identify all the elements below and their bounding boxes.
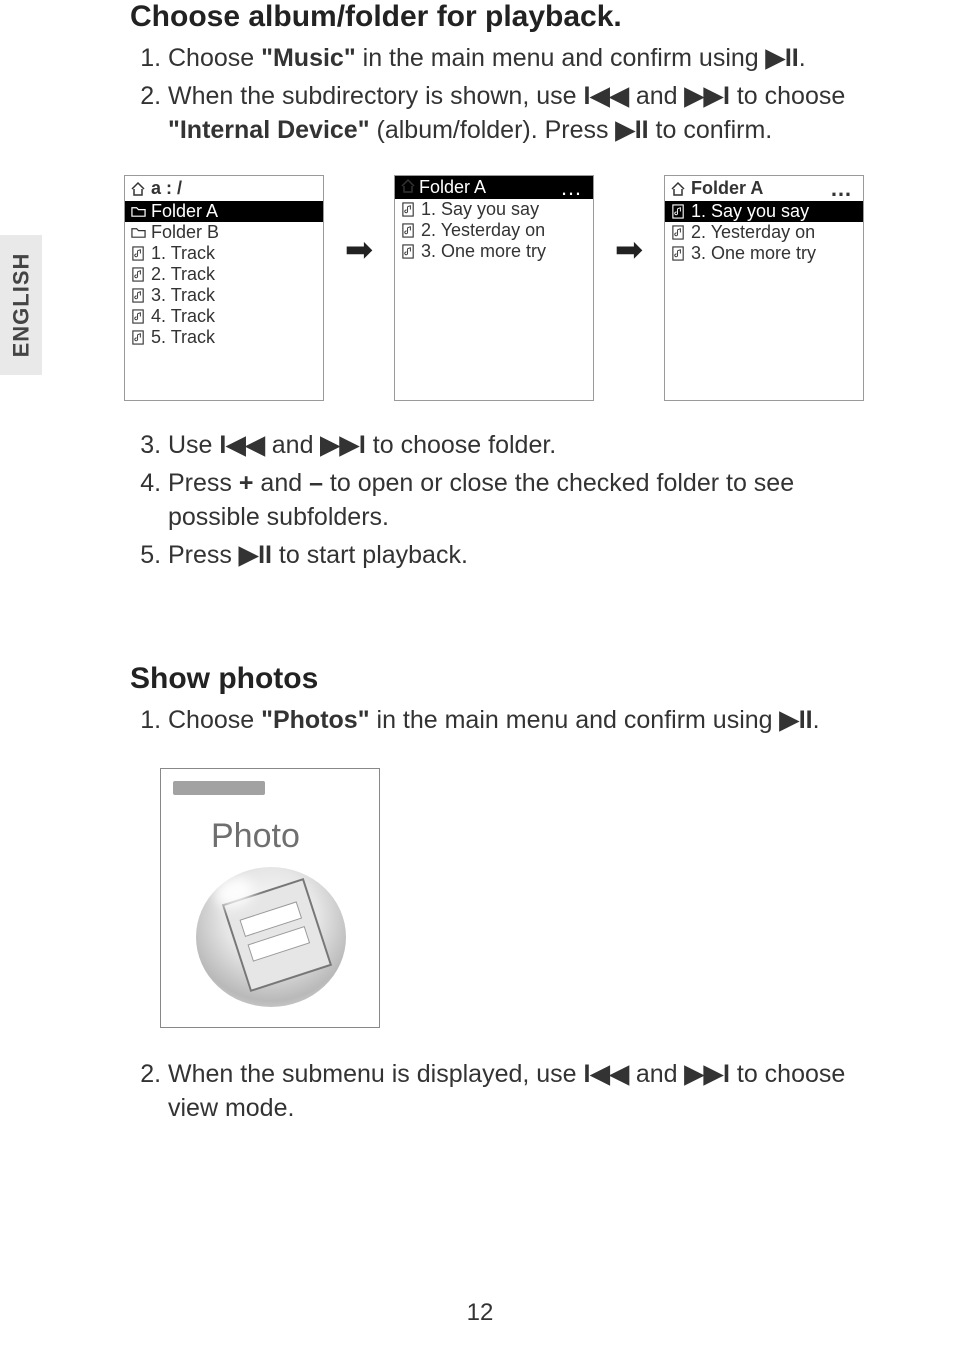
list-item: Choose "Music" in the main menu and conf… xyxy=(168,42,890,76)
page-number: 12 xyxy=(0,1299,960,1327)
step-list-2: Choose "Photos" in the main menu and con… xyxy=(130,704,890,738)
screen-row: 2. Yesterday on xyxy=(665,222,863,243)
screen-row: 1. Track xyxy=(125,243,323,264)
row-label: 1. Track xyxy=(151,243,215,264)
arrow-icon: ➡ xyxy=(324,175,394,270)
file-icon xyxy=(129,267,147,282)
screenshot-row: a : / Folder AFolder B1. Track2. Track3.… xyxy=(124,175,890,401)
language-label: ENGLISH xyxy=(8,253,34,358)
screen-row: 3. One more try xyxy=(395,241,593,262)
screen-row: 3. One more try xyxy=(665,243,863,264)
screen-row: 2. Yesterday on xyxy=(395,220,593,241)
row-label: 5. Track xyxy=(151,327,215,348)
row-label: 1. Say you say xyxy=(421,199,539,220)
row-label: 2. Yesterday on xyxy=(691,222,815,243)
folder-icon xyxy=(129,225,147,240)
row-label: 2. Yesterday on xyxy=(421,220,545,241)
file-icon xyxy=(129,309,147,324)
file-icon xyxy=(399,244,417,259)
row-label: 3. Track xyxy=(151,285,215,306)
row-label: Folder B xyxy=(151,222,219,243)
file-icon xyxy=(399,223,417,238)
file-icon xyxy=(399,202,417,217)
step-list-1b: Use I◀◀ and ▶▶I to choose folder. Press … xyxy=(130,429,890,572)
screen-rows: Folder AFolder B1. Track2. Track3. Track… xyxy=(125,201,323,348)
step-list-2b: When the submenu is displayed, use I◀◀ a… xyxy=(130,1058,890,1126)
device-screen-3: Folder A … 1. Say you say2. Yesterday on… xyxy=(664,175,864,401)
list-item: Press ▶II to start playback. xyxy=(168,539,890,573)
section-heading: Choose album/folder for playback. xyxy=(130,0,890,34)
arrow-icon: ➡ xyxy=(594,175,664,270)
step-list-1: Choose "Music" in the main menu and conf… xyxy=(130,42,890,147)
row-label: 4. Track xyxy=(151,306,215,327)
ellipsis-icon: … xyxy=(560,184,589,192)
ellipsis-icon: … xyxy=(830,185,859,193)
file-icon xyxy=(129,330,147,345)
photo-icon xyxy=(196,859,346,1009)
file-icon xyxy=(129,246,147,261)
screen-rows: 1. Say you say2. Yesterday on3. One more… xyxy=(665,201,863,264)
screen-row: Folder B xyxy=(125,222,323,243)
list-item: When the submenu is displayed, use I◀◀ a… xyxy=(168,1058,890,1126)
screen-row: Folder A xyxy=(125,201,323,222)
file-icon xyxy=(669,204,687,219)
file-icon xyxy=(669,225,687,240)
file-icon xyxy=(129,288,147,303)
row-label: 3. One more try xyxy=(691,243,816,264)
screen-row: 5. Track xyxy=(125,327,323,348)
screen-header: a : / xyxy=(125,176,323,201)
list-item: Press + and – to open or close the check… xyxy=(168,467,890,535)
list-item: Choose "Photos" in the main menu and con… xyxy=(168,704,890,738)
home-icon xyxy=(129,181,147,197)
screen-row: 1. Say you say xyxy=(665,201,863,222)
row-label: 2. Track xyxy=(151,264,215,285)
screen-header: Folder A … xyxy=(665,176,863,201)
screen-row: 4. Track xyxy=(125,306,323,327)
screen-header: Folder A … xyxy=(395,176,593,199)
row-label: 1. Say you say xyxy=(691,201,809,222)
home-icon xyxy=(399,178,417,194)
home-icon xyxy=(669,181,687,197)
manual-page: ENGLISH Choose album/folder for playback… xyxy=(0,0,960,1345)
list-item: Use I◀◀ and ▶▶I to choose folder. xyxy=(168,429,890,463)
screen-row: 2. Track xyxy=(125,264,323,285)
photo-screen: Photo xyxy=(160,768,380,1028)
screen-rows: 1. Say you say2. Yesterday on3. One more… xyxy=(395,199,593,262)
status-bar xyxy=(173,781,265,795)
section-heading: Show photos xyxy=(130,662,890,696)
photo-label: Photo xyxy=(211,817,300,856)
screen-row: 1. Say you say xyxy=(395,199,593,220)
row-label: 3. One more try xyxy=(421,241,546,262)
file-icon xyxy=(669,246,687,261)
device-screen-2: Folder A … 1. Say you say2. Yesterday on… xyxy=(394,175,594,401)
screen-row: 3. Track xyxy=(125,285,323,306)
language-tab: ENGLISH xyxy=(0,235,42,375)
folder-icon xyxy=(129,204,147,219)
row-label: Folder A xyxy=(151,201,218,222)
list-item: When the subdirectory is shown, use I◀◀ … xyxy=(168,80,890,148)
device-screen-1: a : / Folder AFolder B1. Track2. Track3.… xyxy=(124,175,324,401)
